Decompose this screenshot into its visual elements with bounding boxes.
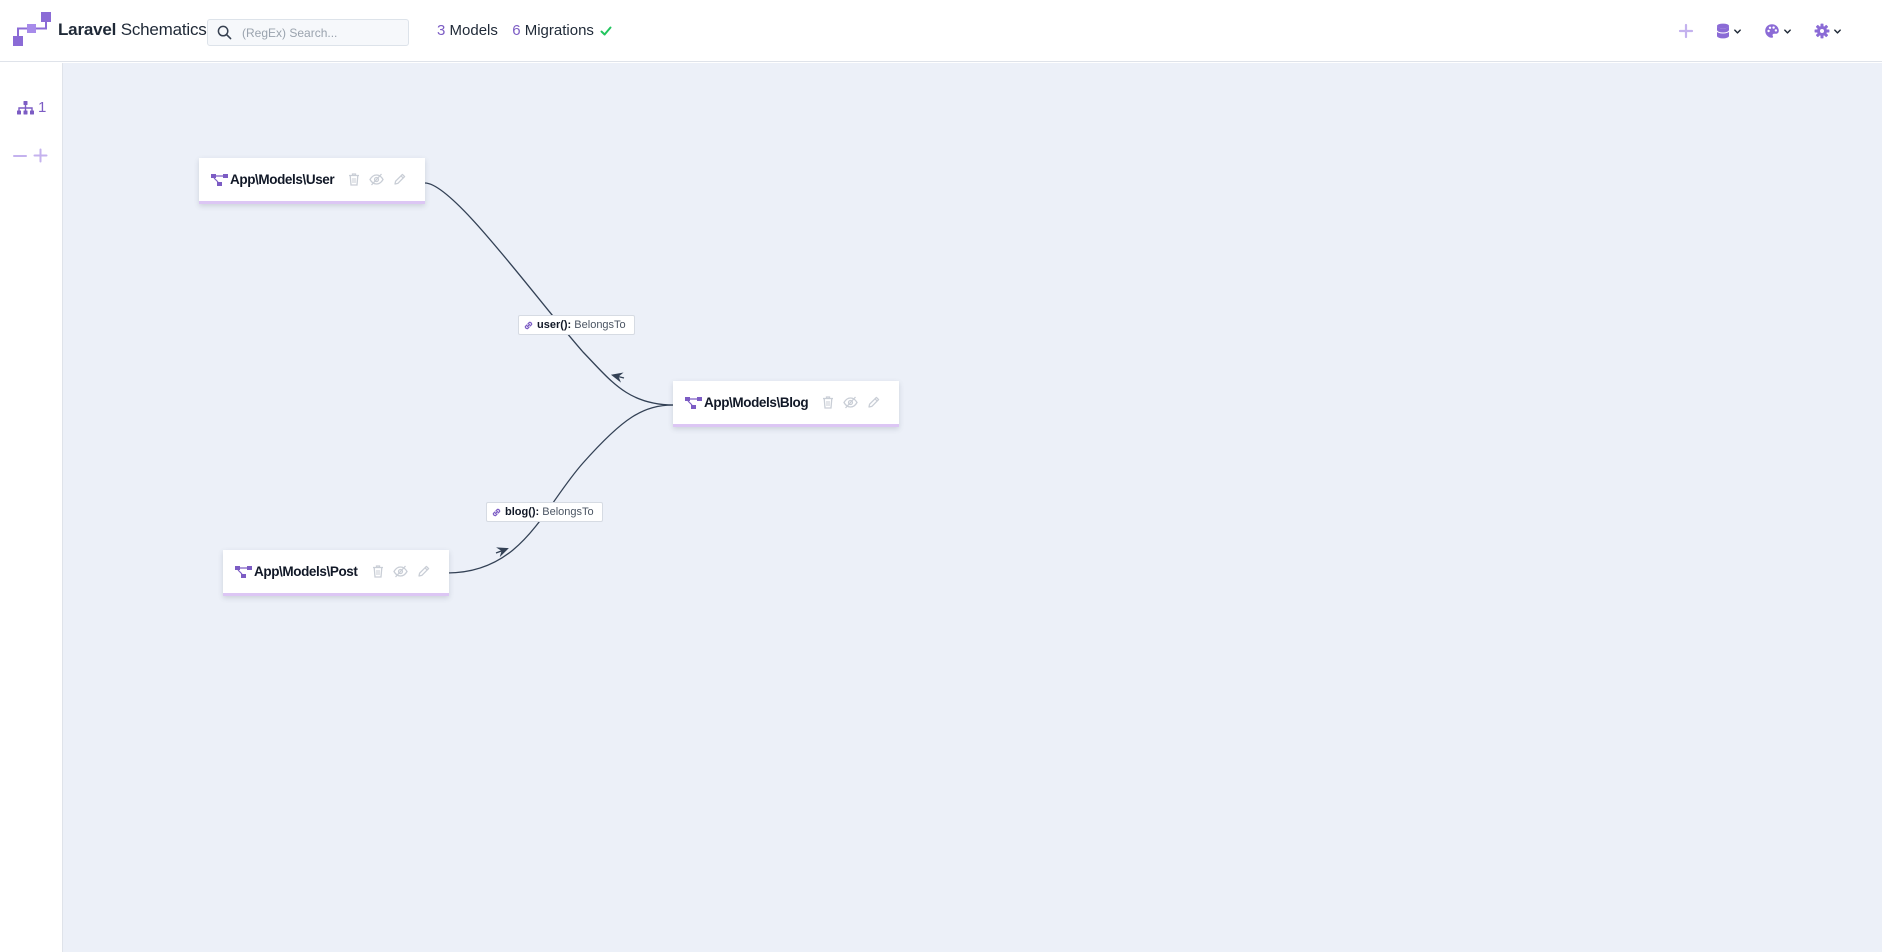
edit-icon[interactable] <box>417 565 430 578</box>
hide-icon[interactable] <box>369 173 385 186</box>
relation-type: BelongsTo <box>574 319 626 331</box>
model-title: App\Models\Post <box>254 564 358 579</box>
chevron-down-icon <box>1834 28 1841 34</box>
edge-label-blog[interactable]: blog(): BelongsTo <box>486 502 603 522</box>
search-input[interactable] <box>242 23 402 42</box>
diagram-canvas[interactable]: App\Models\User App\Models\Blog App\Mode… <box>63 63 1882 952</box>
model-title: App\Models\User <box>230 172 335 187</box>
zoom-in-button[interactable] <box>33 148 48 163</box>
relation-method: user(): <box>537 319 572 331</box>
theme-menu-button[interactable] <box>1764 20 1792 42</box>
app-logo[interactable] <box>13 12 51 48</box>
edge-arrow-blog <box>495 547 509 558</box>
hide-icon[interactable] <box>843 396 858 409</box>
edge-label-user[interactable]: user(): BelongsTo <box>518 315 635 335</box>
model-icon <box>211 173 228 186</box>
trash-icon[interactable] <box>372 565 384 578</box>
database-menu-button[interactable] <box>1716 20 1742 42</box>
plus-icon <box>1678 23 1694 39</box>
search-icon <box>217 25 232 40</box>
add-model-button[interactable] <box>1678 20 1694 42</box>
zoom-out-button[interactable] <box>13 149 27 163</box>
tree-count: 1 <box>38 99 47 116</box>
app-title: Laravel Schematics <box>58 20 207 40</box>
model-node-blog[interactable]: App\Models\Blog <box>673 381 899 427</box>
relation-type: BelongsTo <box>542 506 594 518</box>
layout-tree-button[interactable]: 1 <box>17 99 46 116</box>
hide-icon[interactable] <box>392 565 408 578</box>
top-bar: Laravel Schematics 3 Models 6 Migrations <box>0 0 1882 62</box>
edge-arrow-user <box>610 372 625 383</box>
brand-bold: Laravel <box>58 20 117 39</box>
trash-icon[interactable] <box>348 173 360 186</box>
chevron-down-icon <box>1784 28 1791 34</box>
stats-summary: 3 Models 6 Migrations <box>437 22 612 39</box>
brand-rest: Schematics <box>120 20 207 39</box>
relation-method: blog(): <box>505 506 540 518</box>
left-toolbar: 1 <box>0 63 63 952</box>
model-title: App\Models\Blog <box>704 395 809 410</box>
check-icon <box>600 26 612 36</box>
edit-icon[interactable] <box>867 396 880 409</box>
sitemap-icon <box>17 100 34 114</box>
migrations-count: 6 <box>512 22 521 39</box>
model-icon <box>685 396 702 409</box>
settings-menu-button[interactable] <box>1814 20 1842 42</box>
migrations-label: Migrations <box>524 22 594 39</box>
database-icon <box>1716 23 1730 39</box>
models-label: Models <box>449 22 498 39</box>
palette-icon <box>1765 24 1779 38</box>
models-count: 3 <box>437 22 446 39</box>
link-icon <box>523 320 534 331</box>
edge-post-to-blog[interactable] <box>446 404 675 574</box>
search-box[interactable] <box>207 19 409 46</box>
model-node-user[interactable]: App\Models\User <box>199 158 425 204</box>
gear-icon <box>1814 23 1830 39</box>
trash-icon[interactable] <box>822 396 834 409</box>
edit-icon[interactable] <box>393 173 406 186</box>
link-icon <box>491 507 502 518</box>
model-icon <box>235 565 252 578</box>
model-node-post[interactable]: App\Models\Post <box>223 550 449 596</box>
chevron-down-icon <box>1734 28 1741 34</box>
edge-blog-to-user[interactable] <box>423 182 675 406</box>
